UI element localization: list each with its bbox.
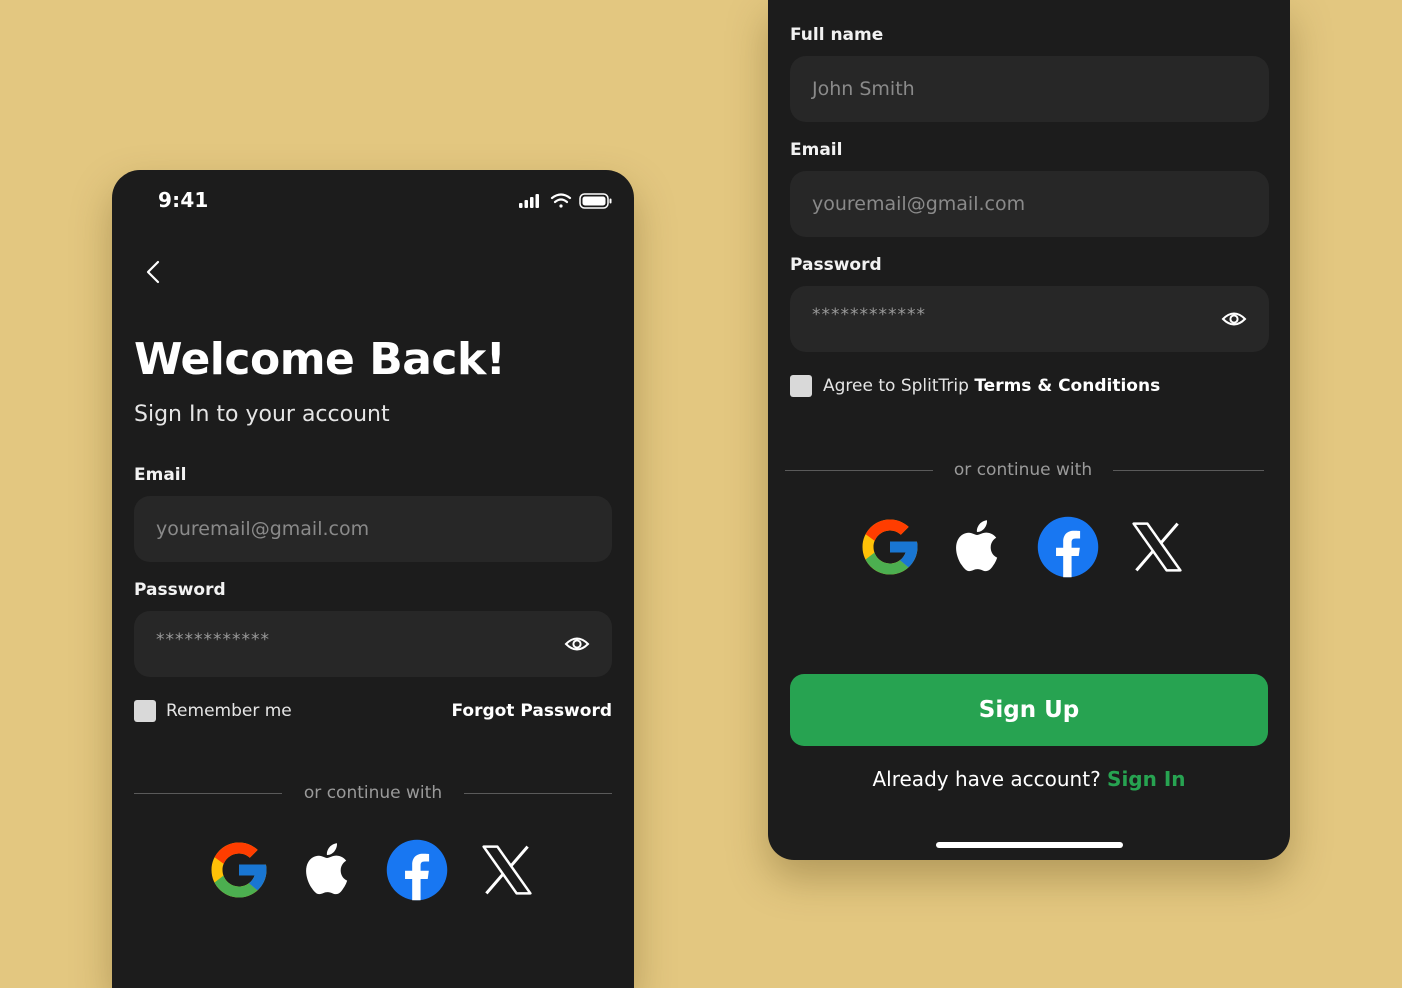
password-mask: ************: [156, 630, 270, 650]
have-account-row: Already have account? Sign In: [768, 767, 1290, 791]
facebook-icon[interactable]: [384, 837, 450, 903]
battery-icon: [579, 193, 612, 209]
page-subtitle: Sign In to your account: [134, 402, 390, 427]
sign-in-link[interactable]: Sign In: [1107, 767, 1185, 791]
sign-up-screen: Full name John Smith Email youremail@gma…: [768, 0, 1290, 860]
fullname-label: Full name: [790, 25, 884, 45]
divider-line-left: [785, 470, 933, 471]
terms-label: Agree to SplitTrip Terms & Conditions: [823, 376, 1160, 396]
google-icon[interactable]: [206, 837, 272, 903]
email-label: Email: [134, 465, 187, 485]
agree-text: Agree to SplitTrip: [823, 376, 975, 396]
sign-up-button[interactable]: Sign Up: [790, 674, 1268, 746]
email-field[interactable]: youremail@gmail.com: [790, 171, 1269, 237]
google-icon[interactable]: [857, 514, 923, 580]
terms-checkbox[interactable]: [790, 375, 812, 397]
remember-checkbox[interactable]: [134, 700, 156, 722]
status-icons: [519, 193, 612, 209]
password-field[interactable]: ************: [134, 611, 612, 677]
x-icon[interactable]: [474, 837, 540, 903]
password-mask: ************: [812, 305, 926, 325]
eye-icon[interactable]: [564, 633, 590, 655]
sign-in-screen: 9:41 Welcome Back! Sign In to your accou…: [112, 170, 634, 988]
fullname-field[interactable]: John Smith: [790, 56, 1269, 122]
email-label: Email: [790, 140, 843, 160]
divider-line-right: [464, 793, 612, 794]
remember-label: Remember me: [166, 701, 292, 721]
password-label: Password: [790, 255, 882, 275]
divider-text: or continue with: [953, 460, 1093, 480]
password-field[interactable]: ************: [790, 286, 1269, 352]
apple-icon[interactable]: [946, 512, 1012, 578]
fullname-placeholder: John Smith: [812, 78, 915, 100]
email-placeholder: youremail@gmail.com: [812, 193, 1026, 215]
email-placeholder: youremail@gmail.com: [156, 518, 370, 540]
email-field[interactable]: youremail@gmail.com: [134, 496, 612, 562]
have-account-text: Already have account?: [872, 767, 1108, 791]
forgot-password-link[interactable]: Forgot Password: [451, 701, 612, 721]
signal-icon: [519, 194, 539, 208]
divider-text: or continue with: [303, 783, 443, 803]
eye-icon[interactable]: [1221, 308, 1247, 330]
wifi-icon: [550, 193, 572, 208]
home-indicator: [936, 842, 1123, 848]
terms-link[interactable]: Terms & Conditions: [974, 376, 1160, 396]
password-label: Password: [134, 580, 226, 600]
facebook-icon[interactable]: [1035, 514, 1101, 580]
back-arrow-icon[interactable]: [140, 258, 168, 286]
divider-line-left: [134, 793, 282, 794]
status-time: 9:41: [158, 188, 209, 212]
page-title: Welcome Back!: [134, 334, 506, 385]
divider-line-right: [1113, 470, 1264, 471]
apple-icon[interactable]: [296, 835, 362, 901]
x-icon[interactable]: [1124, 514, 1190, 580]
